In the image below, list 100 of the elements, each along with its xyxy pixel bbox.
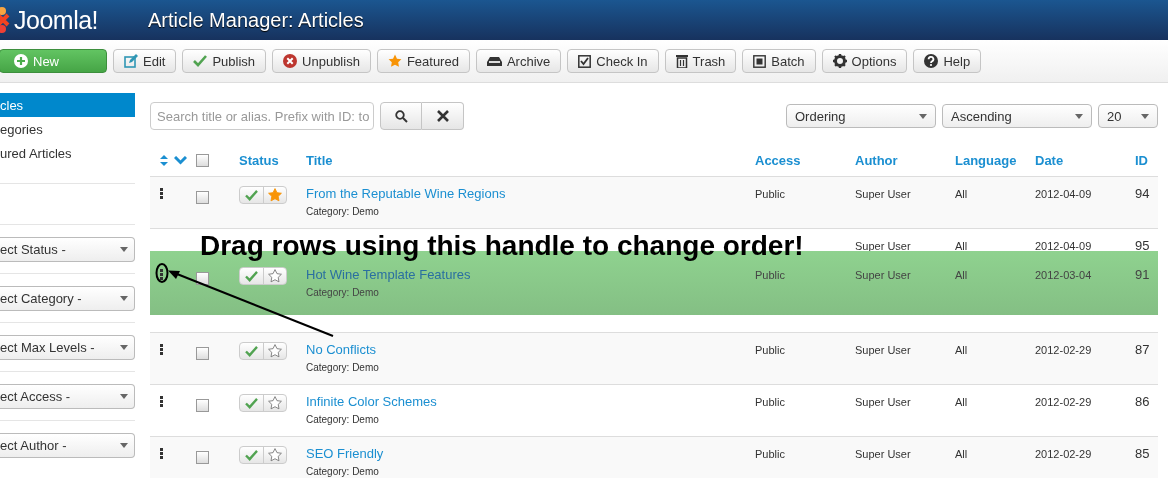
author-cell: Super User (855, 188, 911, 200)
category-label: Category: Demo (306, 362, 380, 373)
chevron-down-icon[interactable] (174, 156, 187, 165)
drag-handle[interactable] (160, 188, 164, 199)
language-cell: All (955, 344, 968, 356)
close-icon (436, 110, 449, 122)
gear-icon (832, 54, 847, 68)
drag-handle[interactable] (160, 269, 164, 280)
status-toggle[interactable] (239, 342, 287, 360)
toolbar-button[interactable]: Check In (567, 49, 659, 73)
help-icon (924, 54, 939, 68)
date-cell: 2012-02-29 (1035, 344, 1092, 356)
search-icon (394, 109, 408, 123)
select-all-checkbox[interactable] (196, 154, 209, 167)
toolbar-button[interactable]: Archive (475, 49, 562, 73)
language-cell: All (955, 396, 968, 408)
sort-arrows-icon[interactable] (160, 155, 168, 166)
id-cell: 94 (1135, 186, 1150, 201)
tray-icon (486, 56, 502, 66)
column-header[interactable]: Access (755, 153, 801, 168)
access-cell: Public (755, 344, 785, 356)
row-checkbox[interactable] (196, 399, 209, 412)
date-cell: 2012-04-09 (1035, 240, 1092, 252)
status-toggle[interactable] (239, 267, 287, 285)
column-header[interactable]: Date (1035, 153, 1064, 168)
id-cell: 91 (1135, 267, 1150, 282)
drag-handle[interactable] (160, 396, 164, 407)
drag-handle[interactable] (160, 344, 164, 355)
author-cell: Super User (855, 448, 911, 460)
filter-select[interactable]: ect Category - (0, 286, 135, 311)
column-header[interactable]: Title (306, 153, 333, 168)
toolbar-button[interactable]: Help (913, 49, 982, 73)
date-cell: 2012-02-29 (1035, 448, 1092, 460)
star-icon (387, 54, 402, 68)
language-cell: All (955, 188, 968, 200)
toolbar-button[interactable]: Options (821, 49, 908, 73)
cross-circle-icon (283, 54, 298, 68)
category-label: Category: Demo (306, 206, 380, 217)
row-checkbox[interactable] (196, 347, 209, 360)
toolbar-button[interactable]: Trash (664, 49, 737, 73)
square-icon (753, 54, 767, 68)
annotation-text: Drag rows using this handle to change order! (200, 231, 804, 261)
category-label: Category: Demo (306, 287, 380, 298)
page-title: Article Manager: Articles (148, 8, 364, 32)
author-cell: Super User (855, 344, 911, 356)
date-cell: 2012-04-09 (1035, 188, 1092, 200)
drag-handle[interactable] (160, 448, 164, 459)
column-header[interactable]: Language (955, 153, 1017, 168)
logo-text: Joomla! (14, 5, 99, 35)
toolbar-button[interactable]: Batch (742, 49, 816, 73)
date-cell: 2012-02-29 (1035, 396, 1092, 408)
status-toggle[interactable] (239, 186, 287, 204)
toolbar-button[interactable]: Featured (376, 49, 470, 73)
list-select[interactable]: Ascending (942, 104, 1092, 128)
access-cell: Public (755, 448, 785, 460)
logo-icon (0, 6, 10, 34)
plus-circle-icon (14, 54, 28, 68)
id-cell: 85 (1135, 446, 1150, 461)
toolbar-button[interactable]: Publish (182, 49, 267, 73)
check-icon (193, 55, 208, 67)
search-button[interactable] (380, 102, 422, 130)
list-select[interactable]: Ordering (786, 104, 936, 128)
filter-select[interactable]: ect Max Levels - (0, 335, 135, 360)
article-title-link[interactable]: No Conflicts (306, 342, 755, 357)
author-cell: Super User (855, 240, 911, 252)
trash-icon (675, 54, 688, 68)
clear-button[interactable] (422, 102, 464, 130)
article-title-link[interactable]: Infinite Color Schemes (306, 394, 755, 409)
category-label: Category: Demo (306, 466, 380, 477)
language-cell: All (955, 269, 968, 281)
edit-icon (124, 54, 138, 68)
row-checkbox[interactable] (196, 191, 209, 204)
status-toggle[interactable] (239, 446, 287, 464)
toolbar-button[interactable]: Edit (113, 49, 177, 73)
access-cell: Public (755, 188, 785, 200)
author-cell: Super User (855, 269, 911, 281)
id-cell: 95 (1135, 238, 1150, 253)
status-toggle[interactable] (239, 394, 287, 412)
list-select[interactable]: 20 (1098, 104, 1158, 128)
access-cell: Public (755, 269, 785, 281)
language-cell: All (955, 448, 968, 460)
author-cell: Super User (855, 396, 911, 408)
highlight-ellipse (155, 263, 169, 283)
row-checkbox[interactable] (196, 451, 209, 464)
category-label: Category: Demo (306, 414, 380, 425)
sidebar-item[interactable]: ured Articles (0, 141, 135, 165)
toolbar-button[interactable]: Unpublish (272, 49, 371, 73)
column-header[interactable]: Author (855, 153, 898, 168)
id-cell: 86 (1135, 394, 1150, 409)
id-cell: 87 (1135, 342, 1150, 357)
filter-select[interactable]: ect Access - (0, 384, 135, 409)
language-cell: All (955, 240, 968, 252)
sidebar-item[interactable]: egories (0, 117, 135, 141)
column-header[interactable]: Status (239, 153, 279, 168)
checkbox-icon (578, 54, 592, 68)
filter-select[interactable]: ect Status - (0, 237, 135, 262)
column-header[interactable]: ID (1135, 153, 1148, 168)
access-cell: Public (755, 396, 785, 408)
filter-select[interactable]: ect Author - (0, 433, 135, 458)
sidebar-item[interactable]: cles (0, 93, 135, 117)
